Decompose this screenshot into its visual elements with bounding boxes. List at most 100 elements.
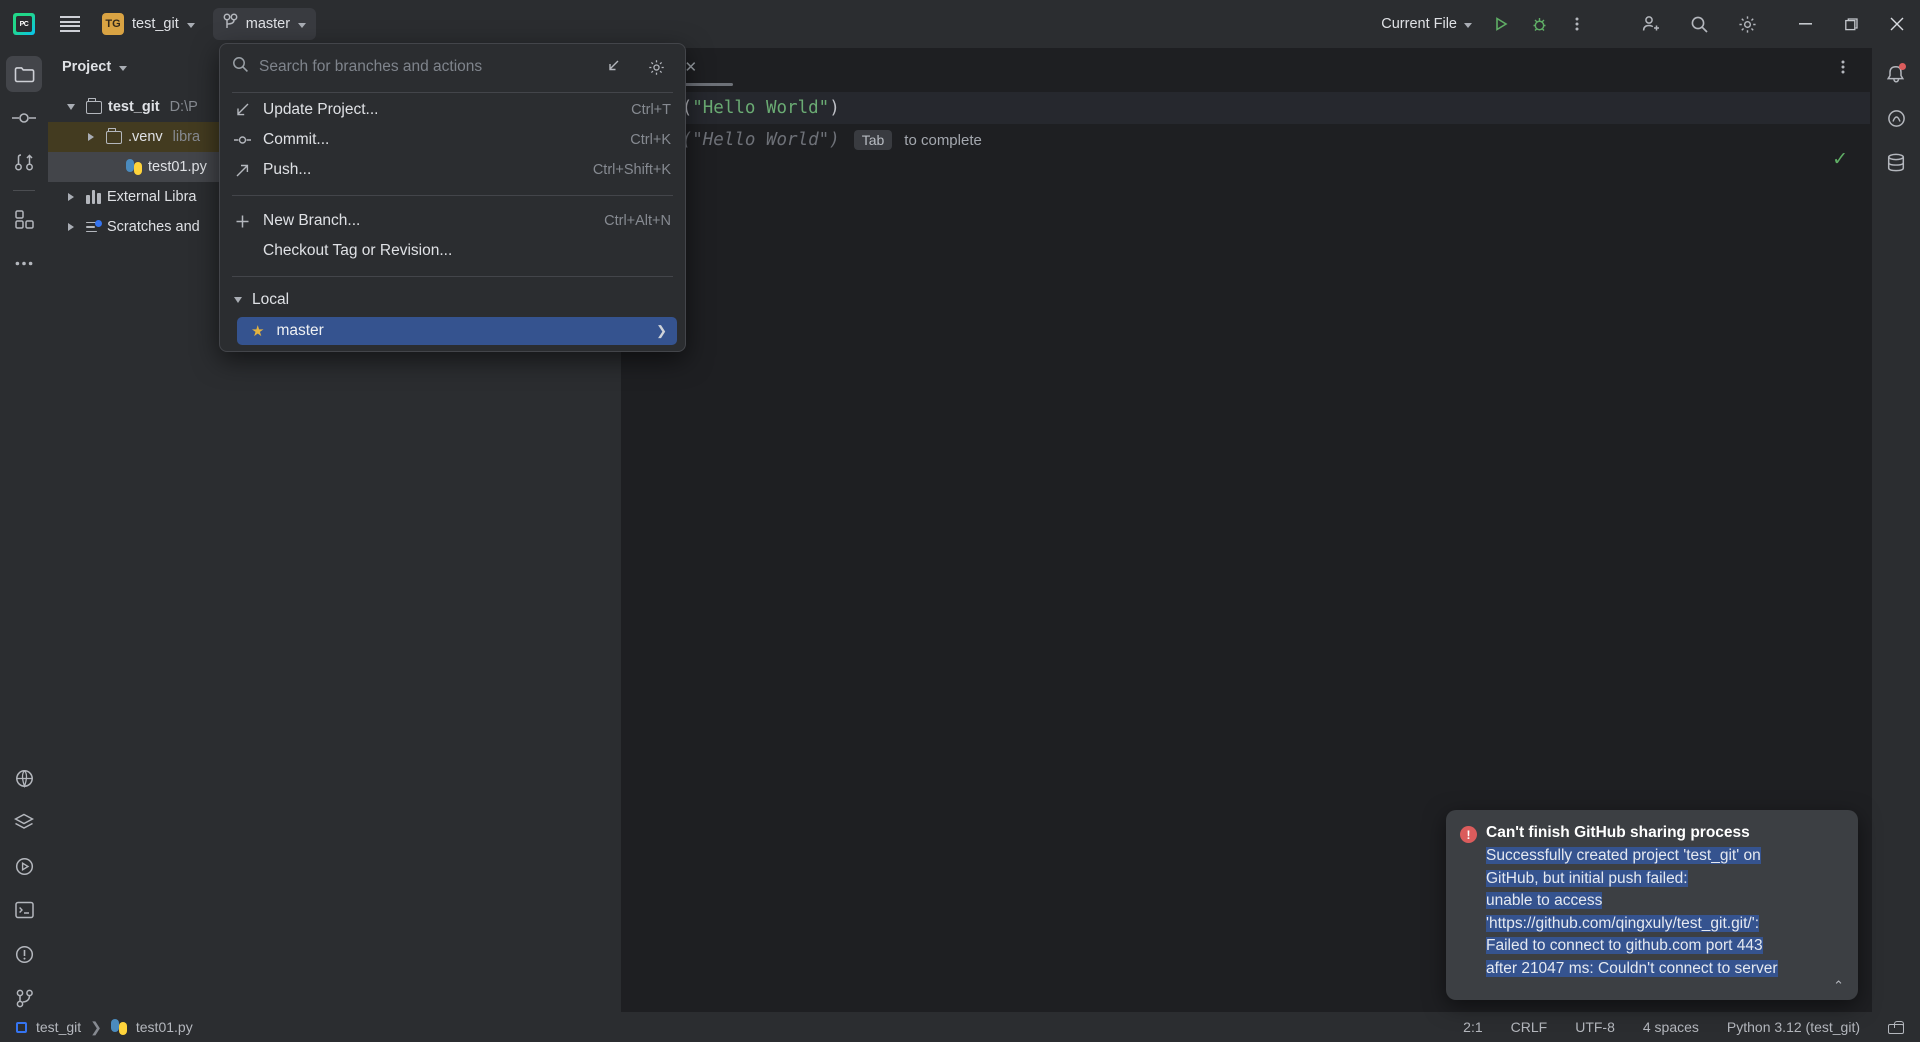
breadcrumb-item-project[interactable]: test_git xyxy=(36,1019,81,1035)
notification-line: unable to access xyxy=(1486,890,1842,913)
notification-title: Can't finish GitHub sharing process xyxy=(1486,824,1750,841)
breadcrumb-item-file[interactable]: test01.py xyxy=(136,1019,193,1035)
status-line-separator[interactable]: CRLF xyxy=(1511,1019,1548,1035)
code-editor[interactable]: print ( "Hello World" ) print("Hello Wor… xyxy=(621,86,1870,170)
menu-item-label: Commit... xyxy=(263,131,330,148)
sidebar-item-project[interactable] xyxy=(6,56,42,92)
branch-group-local[interactable]: Local xyxy=(220,285,685,315)
menu-item-label: New Branch... xyxy=(263,212,361,229)
chevron-down-icon[interactable] xyxy=(119,65,128,71)
page-title: Project xyxy=(62,59,112,75)
tab-hint-text: to complete xyxy=(904,131,982,149)
notifications-icon[interactable] xyxy=(1878,56,1914,92)
tree-item-location: D:\P xyxy=(169,99,198,115)
sidebar-item-more-tool-windows[interactable] xyxy=(6,245,42,281)
status-encoding[interactable]: UTF-8 xyxy=(1575,1019,1615,1035)
lock-icon[interactable] xyxy=(1888,1020,1904,1034)
main-toolbar: PC TG test_git master Current File xyxy=(0,0,1920,48)
collapse-icon[interactable]: ⌃ xyxy=(1833,978,1844,994)
code-line-1[interactable]: print ( "Hello World" ) xyxy=(621,92,1870,124)
menu-item-new-branch[interactable]: New Branch... Ctrl+Alt+N xyxy=(220,206,685,236)
terminal-icon[interactable] xyxy=(6,892,42,928)
menu-item-shortcut: Ctrl+Shift+K xyxy=(592,162,671,178)
ide-window: PC TG test_git master Current File Proje… xyxy=(0,0,1920,1042)
more-actions-button[interactable] xyxy=(1560,7,1594,41)
run-configuration-label: Current File xyxy=(1381,16,1457,32)
ai-assistant-icon[interactable] xyxy=(1878,100,1914,136)
debug-button[interactable] xyxy=(1522,7,1556,41)
expand-popup-icon[interactable] xyxy=(595,50,629,84)
minimize-button[interactable] xyxy=(1782,0,1828,48)
menu-item-push[interactable]: Push... Ctrl+Shift+K xyxy=(220,155,685,185)
close-icon[interactable]: ✕ xyxy=(685,58,698,76)
notification-line-text: unable to access xyxy=(1486,892,1603,909)
close-button[interactable] xyxy=(1874,0,1920,48)
status-caret-position[interactable]: 2:1 xyxy=(1463,1019,1482,1035)
tab-key-hint: Tab xyxy=(853,130,893,150)
run-button[interactable] xyxy=(1484,7,1518,41)
invite-collaborators-icon[interactable] xyxy=(1634,7,1668,41)
sidebar-item-pull-requests[interactable] xyxy=(6,144,42,180)
notification-badge xyxy=(1899,63,1906,70)
run-configuration-selector[interactable]: Current File xyxy=(1373,9,1480,39)
breadcrumb: test_git ❯ test01.py xyxy=(0,1019,193,1036)
editor-tabbar-actions xyxy=(1826,50,1870,84)
menu-item-label: Push... xyxy=(263,161,312,178)
commit-icon xyxy=(234,134,251,146)
status-bar: test_git ❯ test01.py 2:1 CRLF UTF-8 4 sp… xyxy=(0,1012,1920,1042)
menu-item-commit[interactable]: Commit... Ctrl+K xyxy=(220,125,685,155)
sidebar-item-structure[interactable] xyxy=(6,201,42,237)
code-line-2-inline-suggestion[interactable]: print("Hello World") Tab to complete xyxy=(621,124,1870,156)
services-icon[interactable] xyxy=(6,804,42,840)
maximize-button[interactable] xyxy=(1828,0,1874,48)
chevron-down-icon[interactable] xyxy=(62,104,80,110)
library-icon xyxy=(86,190,101,204)
chevron-right-icon[interactable] xyxy=(82,133,100,141)
notification-line: Failed to connect to github.com port 443 xyxy=(1486,935,1842,958)
editor-options-button[interactable] xyxy=(1826,50,1860,84)
search-input[interactable] xyxy=(259,58,585,76)
folder-icon xyxy=(86,97,102,114)
push-icon xyxy=(234,163,251,178)
project-widget[interactable]: TG test_git xyxy=(96,9,203,39)
branch-settings-gear-icon[interactable] xyxy=(639,50,673,84)
chevron-down-icon xyxy=(234,297,242,303)
notification-balloon: ! Can't finish GitHub sharing process Su… xyxy=(1446,810,1858,1000)
inspection-status-icon[interactable]: ✓ xyxy=(1832,148,1848,171)
notification-line-text: Failed to connect to github.com port 443 xyxy=(1486,937,1763,954)
notification-line-text: 'https://github.com/qingxuly/test_git.gi… xyxy=(1486,914,1760,932)
version-control-icon[interactable] xyxy=(6,980,42,1016)
python-icon xyxy=(126,159,142,175)
notification-line-text: GitHub, but initial push failed: xyxy=(1486,869,1688,887)
menu-item-checkout-tag-or-revision[interactable]: Checkout Tag or Revision... xyxy=(220,236,685,266)
chevron-right-icon[interactable] xyxy=(62,223,80,231)
gear-icon[interactable] xyxy=(1730,7,1764,41)
status-interpreter[interactable]: Python 3.12 (test_git) xyxy=(1727,1019,1860,1035)
chevron-right-icon[interactable] xyxy=(62,193,80,201)
status-bar-right: 2:1 CRLF UTF-8 4 spaces Python 3.12 (tes… xyxy=(1463,1019,1920,1035)
status-indent[interactable]: 4 spaces xyxy=(1643,1019,1699,1035)
notification-line: GitHub, but initial push failed: xyxy=(1486,868,1842,891)
run-widget: Current File xyxy=(1373,7,1594,41)
run-tool-icon[interactable] xyxy=(6,848,42,884)
search-icon[interactable] xyxy=(1682,7,1716,41)
menu-item-update-project[interactable]: Update Project... Ctrl+T xyxy=(220,95,685,125)
branch-name: master xyxy=(245,16,291,32)
code-token-paren-close: ) xyxy=(829,98,840,118)
tree-item-location: libra xyxy=(172,129,201,145)
scratches-icon xyxy=(86,219,102,234)
python-packages-icon[interactable] xyxy=(6,760,42,796)
sidebar-item-commit[interactable] xyxy=(6,100,42,136)
breadcrumb-separator: ❯ xyxy=(90,1018,102,1035)
branch-widget[interactable]: master xyxy=(212,8,317,40)
database-icon[interactable] xyxy=(1878,144,1914,180)
chevron-right-icon: ❯ xyxy=(656,323,667,338)
popup-divider xyxy=(232,92,673,93)
branch-item-master[interactable]: ★ master ❯ xyxy=(237,317,677,345)
main-menu-button[interactable] xyxy=(48,0,92,48)
branch-search-row xyxy=(220,44,685,90)
editor-tabbar: t01.py ✕ xyxy=(621,48,1870,86)
menu-item-label: Checkout Tag or Revision... xyxy=(263,242,453,259)
tree-item-label: Scratches and xyxy=(107,219,200,235)
problems-icon[interactable] xyxy=(6,936,42,972)
